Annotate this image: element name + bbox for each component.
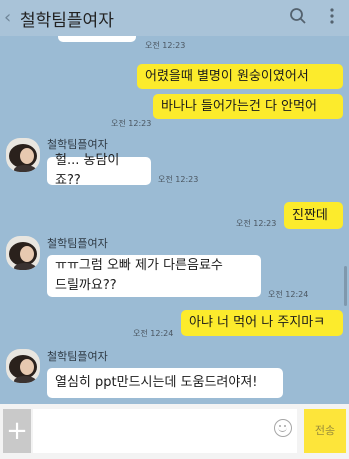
message-text: 헐... 농담이죠?? bbox=[55, 153, 120, 188]
search-icon[interactable] bbox=[281, 7, 315, 30]
message-bubble-theirs: 헐... 농담이죠?? bbox=[47, 153, 151, 188]
message-input[interactable] bbox=[33, 409, 297, 453]
message-bubble-theirs: 열심히 ppt만드시는데 도움드려야져! bbox=[47, 368, 283, 398]
send-button[interactable]: 전송 bbox=[304, 409, 346, 453]
avatar[interactable] bbox=[6, 349, 40, 383]
emoji-icon[interactable] bbox=[274, 419, 292, 437]
chat-messages[interactable]: 오전 12:23 어렸을때 별명이 원숭이였어서 바나나 들어가는건 다 안먹어… bbox=[0, 36, 349, 404]
message-text: ㅠㅠ그럼 오빠 제가 다른음료수 bbox=[55, 258, 223, 273]
message-text: 바나나 들어가는건 다 안먹어 bbox=[161, 98, 317, 114]
message-time: 오전 12:23 bbox=[145, 41, 186, 50]
sender-name: 철학팀플여자 bbox=[47, 237, 108, 250]
scrollbar[interactable] bbox=[344, 266, 347, 306]
message-text: 아냐 너 먹어 나 주지마ㅋ bbox=[189, 315, 326, 330]
message-bubble-partial bbox=[58, 36, 136, 42]
message-text: 진짠데 bbox=[292, 207, 328, 223]
sender-name: 철학팀플여자 bbox=[47, 350, 108, 363]
message-text: 어렸을때 별명이 원숭이였어서 bbox=[145, 68, 309, 84]
message-time: 오전 12:23 bbox=[158, 175, 199, 184]
message-time: 오전 12:24 bbox=[268, 290, 309, 299]
message-text: 드릴까요?? bbox=[55, 278, 117, 293]
message-bubble-mine: 진짠데 bbox=[284, 202, 343, 229]
chat-title: 철학팀플여자 bbox=[20, 10, 114, 31]
message-bubble-mine: 어렸을때 별명이 원숭이였어서 bbox=[137, 64, 343, 89]
message-time: 오전 12:23 bbox=[236, 219, 277, 228]
message-bubble-mine: 바나나 들어가는건 다 안먹어 bbox=[153, 94, 343, 119]
message-text: 열심히 ppt만드시는데 도움드려야져! bbox=[55, 375, 258, 390]
message-time: 오전 12:23 bbox=[111, 119, 152, 128]
message-bubble-mine: 아냐 너 먹어 나 주지마ㅋ bbox=[181, 310, 343, 336]
message-time: 오전 12:24 bbox=[133, 329, 174, 338]
more-vertical-icon[interactable] bbox=[315, 7, 349, 30]
chevron-left-icon[interactable]: ‹ bbox=[4, 0, 20, 36]
plus-button[interactable]: + bbox=[3, 409, 31, 453]
chat-header: ‹ 철학팀플여자 bbox=[0, 0, 349, 36]
sender-name: 철학팀플여자 bbox=[47, 138, 108, 151]
avatar[interactable] bbox=[6, 138, 40, 172]
avatar[interactable] bbox=[6, 236, 40, 270]
input-bar: + 전송 bbox=[0, 404, 349, 459]
message-bubble-theirs: ㅠㅠ그럼 오빠 제가 다른음료수 드릴까요?? bbox=[47, 255, 261, 297]
